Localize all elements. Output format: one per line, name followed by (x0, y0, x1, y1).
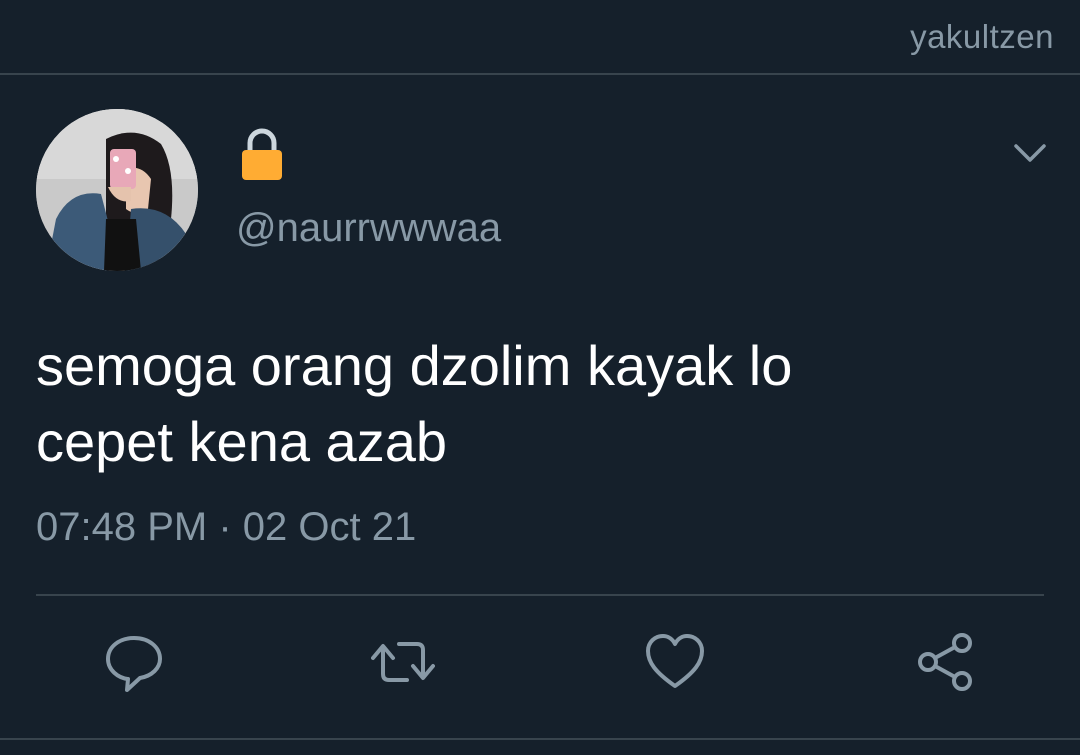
tweet-text-line: cepet kena azab (36, 410, 447, 473)
lock-icon (240, 128, 284, 182)
avatar-photo (36, 109, 198, 271)
tweet-timestamp: 07:48 PM · 02 Oct 21 (36, 505, 416, 550)
actions-divider (36, 594, 1044, 596)
chevron-down-icon[interactable] (1010, 138, 1050, 168)
retweet-icon[interactable] (371, 630, 435, 694)
tweet-date: 02 Oct 21 (242, 505, 417, 549)
reply-icon[interactable] (102, 630, 166, 694)
bottom-divider (0, 738, 1080, 740)
tweet-text: semoga orang dzolim kayak lo cepet kena … (36, 328, 1036, 480)
tweet-text-line: semoga orang dzolim kayak lo (36, 334, 793, 397)
top-divider (0, 73, 1080, 75)
tweet-time: 07:48 PM (36, 505, 208, 549)
tweet-actions (0, 630, 1080, 696)
share-icon[interactable] (914, 630, 978, 694)
watermark: yakultzen (910, 18, 1054, 55)
like-icon[interactable] (643, 630, 707, 694)
user-handle[interactable]: @naurrwwwaa (236, 206, 501, 251)
avatar[interactable] (36, 109, 198, 271)
meta-separator: · (218, 505, 232, 549)
